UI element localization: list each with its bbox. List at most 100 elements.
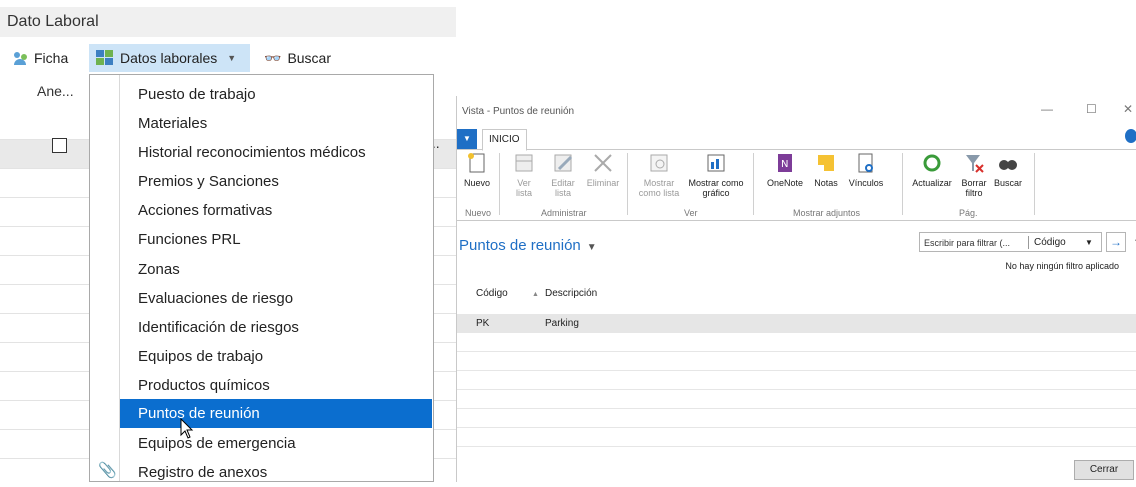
menu-item-premios-sanciones[interactable]: Premios y Sanciones: [120, 167, 432, 196]
separator: [499, 153, 500, 215]
menu-item-funciones-prl[interactable]: Funciones PRL: [120, 225, 432, 254]
menu-item-identificacion-riesgos[interactable]: Identificación de riesgos: [120, 313, 432, 342]
group-label-mostrar-adjuntos: Mostrar adjuntos: [793, 208, 861, 218]
table-row[interactable]: [457, 409, 1136, 428]
actualizar-button[interactable]: Actualizar: [909, 151, 955, 188]
chevron-down-icon[interactable]: ▼: [1085, 233, 1093, 253]
menu-item-historial-reconocimientos[interactable]: Historial reconocimientos médicos: [120, 138, 432, 167]
filter-input[interactable]: Escribir para filtrar (...: [924, 233, 1010, 253]
mouse-cursor-icon: [180, 418, 194, 439]
tab-inicio[interactable]: INICIO: [482, 129, 527, 151]
notes-icon: [818, 155, 834, 171]
notas-button[interactable]: Notas: [811, 151, 841, 188]
delete-icon: [594, 154, 612, 172]
row-select-checkbox[interactable]: [52, 138, 67, 153]
binoculars-icon: 👓: [264, 50, 282, 66]
ver-lista-button[interactable]: Ver lista: [509, 151, 539, 198]
buscar-button[interactable]: 👓 Buscar: [264, 44, 331, 72]
ver-lista-label: Ver lista: [515, 178, 532, 198]
menu-item-materiales[interactable]: Materiales: [120, 109, 432, 138]
table-row[interactable]: PK Parking: [457, 314, 1136, 333]
onenote-button[interactable]: N OneNote: [763, 151, 807, 188]
menu-item-puntos-de-reunion[interactable]: Puntos de reunión: [120, 399, 432, 428]
menu-item-equipos-trabajo[interactable]: Equipos de trabajo: [120, 342, 432, 371]
menu-item-puesto-de-trabajo[interactable]: Puesto de trabajo: [120, 80, 432, 109]
sort-ascending-icon: ▲: [532, 291, 539, 298]
link-document-icon: [858, 153, 873, 173]
table-row[interactable]: [457, 371, 1136, 390]
nuevo-button[interactable]: Nuevo: [462, 151, 492, 188]
datos-laborales-label: Datos laborales: [120, 50, 218, 66]
edit-list-icon: [554, 154, 573, 172]
menu-item-acciones-formativas[interactable]: Acciones formativas: [120, 196, 432, 225]
separator: [627, 153, 628, 215]
actualizar-label: Actualizar: [912, 178, 952, 188]
editar-lista-button[interactable]: Editar lista: [545, 151, 581, 198]
separator: [1034, 153, 1035, 215]
ficha-button[interactable]: Ficha: [14, 44, 68, 72]
menu-item-registro-anexos[interactable]: Registro de anexos: [120, 458, 432, 487]
chevron-down-icon: ▼: [586, 242, 597, 253]
notas-label: Notas: [814, 178, 838, 188]
table-row[interactable]: [457, 428, 1136, 447]
menu-item-equipos-emergencia[interactable]: Equipos de emergencia: [120, 429, 432, 458]
view-list-icon: [515, 154, 533, 172]
apply-filter-button[interactable]: →: [1106, 232, 1126, 252]
refresh-icon: [923, 154, 941, 172]
column-header-anexos[interactable]: Ane...: [37, 83, 74, 99]
cell-descripcion: Parking: [545, 318, 579, 329]
table-row[interactable]: [457, 333, 1136, 352]
menu-item-productos-quimicos[interactable]: Productos químicos: [120, 371, 432, 400]
clear-filter-icon: [966, 155, 984, 173]
new-document-icon: [468, 153, 485, 173]
table-row[interactable]: [457, 390, 1136, 409]
vinculos-button[interactable]: Vínculos: [845, 151, 887, 188]
nuevo-label: Nuevo: [463, 178, 490, 188]
group-label-administrar: Administrar: [541, 208, 587, 218]
ficha-label: Ficha: [34, 50, 69, 66]
cell-codigo: PK: [476, 318, 490, 329]
action-toolbar: Ficha Datos laborales ▼ 👓 Buscar: [0, 44, 456, 72]
show-as-list-icon: [650, 154, 668, 172]
group-label-nuevo: Nuevo: [465, 208, 492, 218]
filter-separator: [1028, 236, 1029, 249]
help-icon[interactable]: [1125, 129, 1136, 143]
svg-text:N: N: [781, 159, 788, 170]
maximize-icon[interactable]: ☐: [1086, 102, 1097, 116]
column-header-codigo[interactable]: Código: [476, 288, 508, 299]
datos-laborales-button[interactable]: Datos laborales ▼: [89, 44, 250, 72]
mostrar-como-lista-button[interactable]: Mostrar como lista: [634, 151, 684, 198]
borrar-filtro-button[interactable]: Borrar filtro: [958, 151, 990, 198]
eliminar-button[interactable]: Eliminar: [585, 151, 621, 188]
binoculars-icon: [999, 160, 1017, 170]
editar-lista-label: Editar lista: [551, 178, 575, 198]
mostrar-como-grafico-button[interactable]: Mostrar como gráfico: [687, 151, 745, 198]
filter-field-select[interactable]: Código: [1034, 233, 1066, 253]
minimize-icon[interactable]: —: [1041, 102, 1053, 116]
mostrar-como-lista-label: Mostrar como lista: [638, 178, 680, 198]
close-icon[interactable]: ✕: [1123, 102, 1133, 116]
paperclip-icon: 📎: [98, 462, 117, 479]
menu-item-evaluaciones-riesgo[interactable]: Evaluaciones de riesgo: [120, 284, 432, 313]
file-menu-tab[interactable]: ▼: [457, 129, 477, 149]
separator: [753, 153, 754, 215]
list-title[interactable]: Puntos de reunión ▼: [459, 237, 597, 254]
buscar-ribbon-button[interactable]: Buscar: [992, 151, 1024, 188]
table-row[interactable]: [457, 352, 1136, 371]
cerrar-button[interactable]: Cerrar: [1074, 460, 1134, 480]
ribbon: Nuevo Ver lista Editar lista Eliminar Mo…: [457, 149, 1136, 221]
datos-laborales-menu: Puesto de trabajo Materiales Historial r…: [89, 74, 434, 482]
menu-icon-gutter: [90, 75, 120, 481]
separator: [902, 153, 903, 215]
column-header-descripcion[interactable]: Descripción: [545, 288, 597, 299]
onenote-label: OneNote: [766, 178, 804, 188]
borrar-filtro-label: Borrar filtro: [961, 178, 987, 198]
page-title: Dato Laboral: [0, 7, 456, 37]
filter-box[interactable]: Escribir para filtrar (... Código ▼: [919, 232, 1102, 252]
window-title: Vista - Puntos de reunión: [462, 106, 575, 117]
people-icon: [14, 51, 28, 65]
puntos-reunion-window: Vista - Puntos de reunión — ☐ ✕ ▼ INICIO…: [456, 96, 1136, 482]
buscar-label: Buscar: [287, 50, 332, 66]
menu-item-zonas[interactable]: Zonas: [120, 255, 432, 284]
list-title-text: Puntos de reunión: [459, 237, 581, 254]
